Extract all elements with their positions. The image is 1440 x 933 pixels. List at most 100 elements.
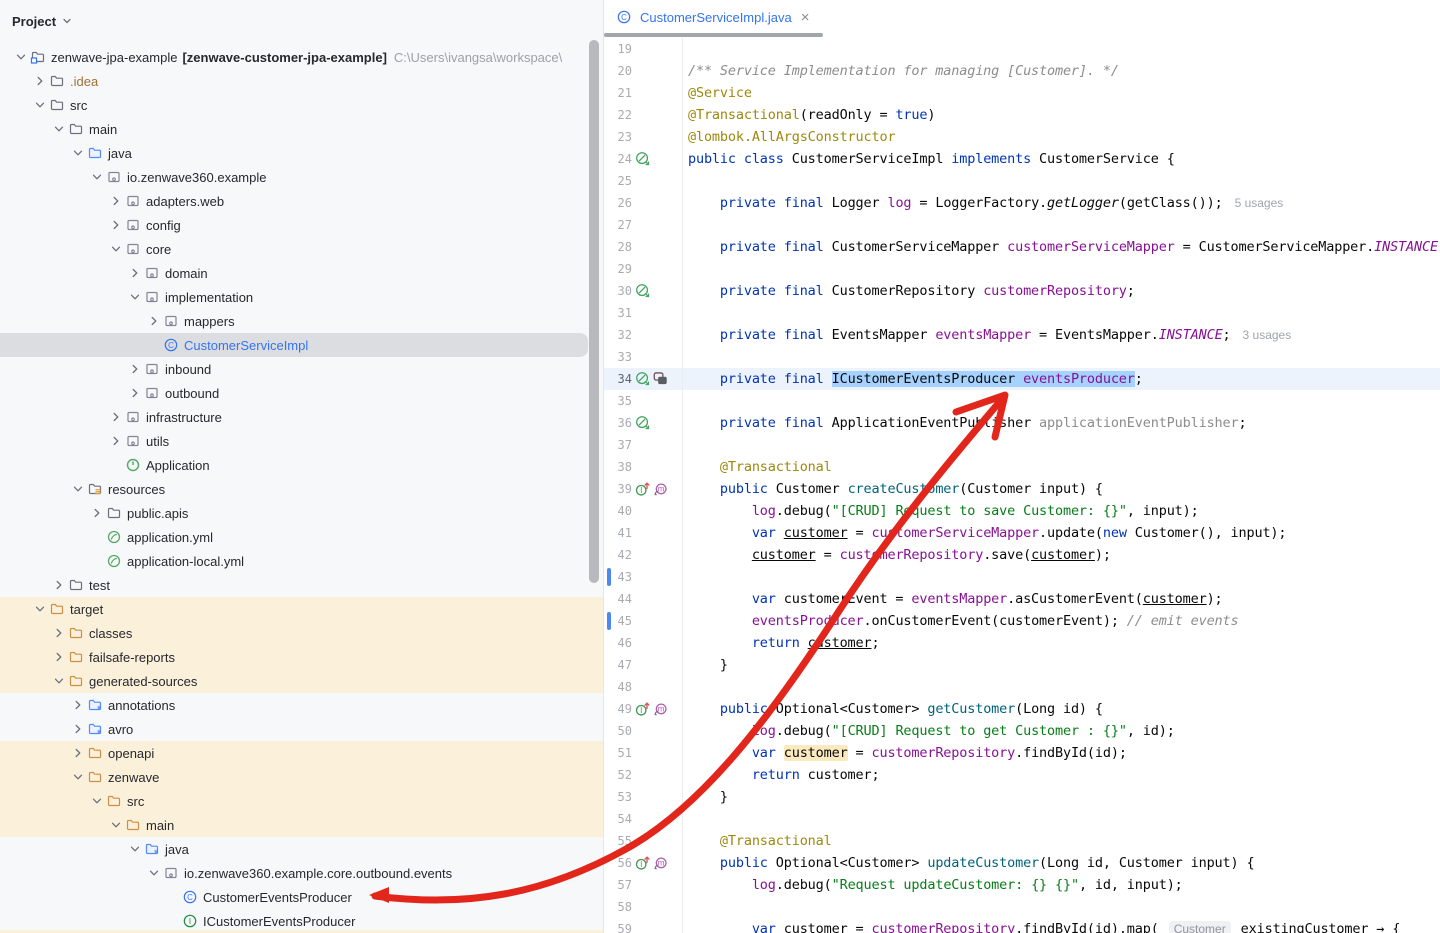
chevron-down-icon[interactable] [69, 480, 87, 498]
tree-item-customerserviceimpl[interactable]: CCustomerServiceImpl [0, 333, 603, 357]
line-number[interactable]: 57 [604, 874, 632, 896]
tree-item-src[interactable]: src [0, 93, 603, 117]
line-number[interactable]: 44 [604, 588, 632, 610]
line-number[interactable]: 25 [604, 170, 632, 192]
code-line-24[interactable]: public class CustomerServiceImpl impleme… [688, 148, 1440, 170]
bean-gutter-icon[interactable] [635, 371, 650, 386]
line-number[interactable]: 31 [604, 302, 632, 324]
code-line-37[interactable] [688, 434, 1440, 456]
tree-item-infrastructure[interactable]: infrastructure [0, 405, 603, 429]
code-line-29[interactable] [688, 258, 1440, 280]
chevron-down-icon[interactable] [88, 792, 106, 810]
tree-item-zenwave[interactable]: zenwave [0, 765, 603, 789]
chevron-down-icon[interactable] [31, 96, 49, 114]
code-line-46[interactable]: return customer; [688, 632, 1440, 654]
tree-item-application-local-yml[interactable]: application-local.yml [0, 549, 603, 573]
line-number[interactable]: 56 [604, 852, 632, 874]
code-line-30[interactable]: private final CustomerRepository custome… [688, 280, 1440, 302]
aop-gutter-icon[interactable]: m [653, 701, 668, 716]
code-line-59[interactable]: var customer = customerRepository.findBy… [688, 918, 1440, 933]
tree-item-mappers[interactable]: mappers [0, 309, 603, 333]
chevron-right-icon[interactable] [126, 264, 144, 282]
tree-item-java[interactable]: java [0, 141, 603, 165]
chevron-down-icon[interactable] [12, 48, 30, 66]
tree-item-resources[interactable]: resources [0, 477, 603, 501]
code-line-40[interactable]: log.debug("[CRUD] Request to save Custom… [688, 500, 1440, 522]
code-line-57[interactable]: log.debug("Request updateCustomer: {} {}… [688, 874, 1440, 896]
tree-scrollbar[interactable] [589, 40, 599, 583]
tree-item-main[interactable]: main [0, 117, 603, 141]
line-number[interactable]: 30 [604, 280, 632, 302]
line-number[interactable]: 42 [604, 544, 632, 566]
project-panel-header[interactable]: Project [12, 10, 73, 32]
tree-item-avro[interactable]: *avro [0, 717, 603, 741]
code-line-22[interactable]: @Transactional(readOnly = true) [688, 104, 1440, 126]
tree-item-utils[interactable]: utils [0, 429, 603, 453]
line-number[interactable]: 49 [604, 698, 632, 720]
bean-gutter-icon[interactable] [635, 283, 650, 298]
chevron-right-icon[interactable] [126, 384, 144, 402]
line-number[interactable]: 50 [604, 720, 632, 742]
chevron-right-icon[interactable] [107, 408, 125, 426]
tree-item-java[interactable]: *java [0, 837, 603, 861]
line-number[interactable]: 35 [604, 390, 632, 412]
line-number[interactable]: 23 [604, 126, 632, 148]
tree-item-openapi[interactable]: openapi [0, 741, 603, 765]
line-number[interactable]: 29 [604, 258, 632, 280]
line-number[interactable]: 33 [604, 346, 632, 368]
tree-item-test[interactable]: test [0, 573, 603, 597]
code-line-32[interactable]: private final EventsMapper eventsMapper … [688, 324, 1440, 346]
line-number[interactable]: 51 [604, 742, 632, 764]
code-line-44[interactable]: var customerEvent = eventsMapper.asCusto… [688, 588, 1440, 610]
tree-item-annotations[interactable]: *annotations [0, 693, 603, 717]
code-line-36[interactable]: private final ApplicationEventPublisher … [688, 412, 1440, 434]
code-line-19[interactable] [688, 38, 1440, 60]
chevron-down-icon[interactable] [69, 768, 87, 786]
line-number[interactable]: 41 [604, 522, 632, 544]
line-number[interactable]: 36 [604, 412, 632, 434]
aop-gutter-icon[interactable]: m [653, 855, 668, 870]
chevron-right-icon[interactable] [88, 504, 106, 522]
code-line-49[interactable]: public Optional<Customer> getCustomer(Lo… [688, 698, 1440, 720]
line-number[interactable]: 38 [604, 456, 632, 478]
code-line-33[interactable] [688, 346, 1440, 368]
line-number[interactable]: 32 [604, 324, 632, 346]
line-number[interactable]: 26 [604, 192, 632, 214]
chevron-right-icon[interactable] [69, 696, 87, 714]
chevron-right-icon[interactable] [69, 720, 87, 738]
tree-item-io-zenwave360-example[interactable]: io.zenwave360.example [0, 165, 603, 189]
chevron-right-icon[interactable] [31, 72, 49, 90]
code-line-35[interactable] [688, 390, 1440, 412]
code-line-39[interactable]: public Customer createCustomer(Customer … [688, 478, 1440, 500]
code-line-48[interactable] [688, 676, 1440, 698]
code-line-41[interactable]: var customer = customerServiceMapper.upd… [688, 522, 1440, 544]
code-line-25[interactable] [688, 170, 1440, 192]
tree-item-zenwave-jpa-example[interactable]: zenwave-jpa-example[zenwave-customer-jpa… [0, 45, 603, 69]
chevron-down-icon[interactable] [107, 816, 125, 834]
chevron-right-icon[interactable] [145, 312, 163, 330]
impl-gutter-icon[interactable]: I [635, 481, 650, 496]
code-line-56[interactable]: public Optional<Customer> updateCustomer… [688, 852, 1440, 874]
line-number[interactable]: 19 [604, 38, 632, 60]
bean-gutter-icon[interactable] [635, 151, 650, 166]
code-line-34[interactable]: private final ICustomerEventsProducer ev… [688, 368, 1440, 390]
tree-item-main[interactable]: main [0, 813, 603, 837]
tree-item-target[interactable]: target [0, 597, 603, 621]
tab-customerserviceimpl[interactable]: C CustomerServiceImpl.java × [604, 0, 809, 34]
tree-item-customereventsproducer[interactable]: CCustomerEventsProducer [0, 885, 603, 909]
line-number[interactable]: 27 [604, 214, 632, 236]
line-number[interactable]: 59 [604, 918, 632, 933]
bean-gutter-icon[interactable] [635, 415, 650, 430]
lombok-gutter-icon[interactable] [653, 371, 668, 386]
line-number[interactable]: 24 [604, 148, 632, 170]
tree-item-core[interactable]: core [0, 237, 603, 261]
line-number[interactable]: 46 [604, 632, 632, 654]
line-number[interactable]: 52 [604, 764, 632, 786]
tree-item-outbound[interactable]: outbound [0, 381, 603, 405]
line-number[interactable]: 53 [604, 786, 632, 808]
tree-item-implementation[interactable]: implementation [0, 285, 603, 309]
code-line-55[interactable]: @Transactional [688, 830, 1440, 852]
tree-item-src[interactable]: src [0, 789, 603, 813]
line-number[interactable]: 39 [604, 478, 632, 500]
code-line-43[interactable] [688, 566, 1440, 588]
